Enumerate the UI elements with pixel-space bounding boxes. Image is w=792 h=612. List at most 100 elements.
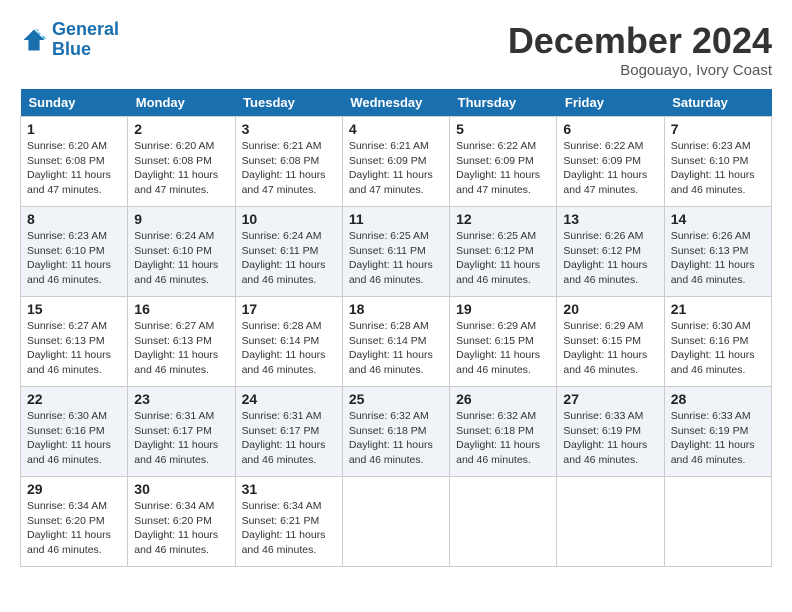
day-number: 15	[27, 301, 121, 317]
calendar-cell: 21 Sunrise: 6:30 AMSunset: 6:16 PMDayligh…	[664, 297, 771, 387]
dow-header-monday: Monday	[128, 89, 235, 117]
day-detail: Sunrise: 6:32 AMSunset: 6:18 PMDaylight:…	[349, 409, 443, 468]
day-detail: Sunrise: 6:24 AMSunset: 6:10 PMDaylight:…	[134, 229, 228, 288]
page-header: General Blue December 2024 Bogouayo, Ivo…	[20, 20, 772, 79]
day-detail: Sunrise: 6:32 AMSunset: 6:18 PMDaylight:…	[456, 409, 550, 468]
day-number: 4	[349, 121, 443, 137]
logo: General Blue	[20, 20, 119, 60]
calendar-cell: 31 Sunrise: 6:34 AMSunset: 6:21 PMDayligh…	[235, 477, 342, 567]
day-number: 22	[27, 391, 121, 407]
calendar-cell: 9Sunrise: 6:24 AMSunset: 6:10 PMDaylight…	[128, 207, 235, 297]
day-detail: Sunrise: 6:26 AMSunset: 6:13 PMDaylight:…	[671, 229, 765, 288]
calendar-cell: 24Sunrise: 6:31 AMSunset: 6:17 PMDayligh…	[235, 387, 342, 477]
day-detail: Sunrise: 6:30 AMSunset: 6:16 PMDaylight:…	[671, 319, 765, 378]
day-number: 8	[27, 211, 121, 227]
day-detail: Sunrise: 6:33 AMSunset: 6:19 PMDaylight:…	[563, 409, 657, 468]
day-detail: Sunrise: 6:31 AMSunset: 6:17 PMDaylight:…	[242, 409, 336, 468]
calendar-cell: 28Sunrise: 6:33 AMSunset: 6:19 PMDayligh…	[664, 387, 771, 477]
calendar-cell: 7Sunrise: 6:23 AMSunset: 6:10 PMDaylight…	[664, 117, 771, 207]
calendar-cell: 26 Sunrise: 6:32 AMSunset: 6:18 PMDayligh…	[450, 387, 557, 477]
day-detail: Sunrise: 6:28 AMSunset: 6:14 PMDaylight:…	[242, 319, 336, 378]
calendar-cell: 23Sunrise: 6:31 AMSunset: 6:17 PMDayligh…	[128, 387, 235, 477]
title-block: December 2024 Bogouayo, Ivory Coast	[508, 20, 772, 79]
calendar-cell: 5Sunrise: 6:22 AMSunset: 6:09 PMDaylight…	[450, 117, 557, 207]
day-detail: Sunrise: 6:23 AMSunset: 6:10 PMDaylight:…	[27, 229, 121, 288]
day-number: 23	[134, 391, 228, 407]
day-number: 26	[456, 391, 550, 407]
day-number: 12	[456, 211, 550, 227]
day-number: 11	[349, 211, 443, 227]
day-number: 6	[563, 121, 657, 137]
day-detail: Sunrise: 6:34 AMSunset: 6:21 PMDaylight:…	[242, 499, 336, 558]
day-detail: Sunrise: 6:27 AMSunset: 6:13 PMDaylight:…	[27, 319, 121, 378]
month-title: December 2024	[508, 20, 772, 62]
day-detail: Sunrise: 6:29 AMSunset: 6:15 PMDaylight:…	[563, 319, 657, 378]
calendar-cell: 30Sunrise: 6:34 AMSunset: 6:20 PMDayligh…	[128, 477, 235, 567]
day-detail: Sunrise: 6:23 AMSunset: 6:10 PMDaylight:…	[671, 139, 765, 198]
day-number: 19	[456, 301, 550, 317]
day-number: 2	[134, 121, 228, 137]
calendar-cell: 2 Sunrise: 6:20 AMSunset: 6:08 PMDaylight…	[128, 117, 235, 207]
day-number: 21	[671, 301, 765, 317]
day-detail: Sunrise: 6:26 AMSunset: 6:12 PMDaylight:…	[563, 229, 657, 288]
calendar-cell: 25 Sunrise: 6:32 AMSunset: 6:18 PMDayligh…	[342, 387, 449, 477]
day-number: 16	[134, 301, 228, 317]
calendar-cell: 8 Sunrise: 6:23 AMSunset: 6:10 PMDaylight…	[21, 207, 128, 297]
calendar-cell: 20 Sunrise: 6:29 AMSunset: 6:15 PMDayligh…	[557, 297, 664, 387]
calendar-cell: 22 Sunrise: 6:30 AMSunset: 6:16 PMDayligh…	[21, 387, 128, 477]
day-detail: Sunrise: 6:20 AMSunset: 6:08 PMDaylight:…	[27, 139, 121, 198]
day-detail: Sunrise: 6:20 AMSunset: 6:08 PMDaylight:…	[134, 139, 228, 198]
day-detail: Sunrise: 6:21 AMSunset: 6:09 PMDaylight:…	[349, 139, 443, 198]
day-number: 18	[349, 301, 443, 317]
dow-header-wednesday: Wednesday	[342, 89, 449, 117]
dow-header-thursday: Thursday	[450, 89, 557, 117]
day-number: 25	[349, 391, 443, 407]
calendar-cell: 14Sunrise: 6:26 AMSunset: 6:13 PMDayligh…	[664, 207, 771, 297]
calendar-cell: 13 Sunrise: 6:26 AMSunset: 6:12 PMDayligh…	[557, 207, 664, 297]
day-detail: Sunrise: 6:22 AMSunset: 6:09 PMDaylight:…	[456, 139, 550, 198]
logo-text: General Blue	[52, 20, 119, 60]
calendar-cell: 18 Sunrise: 6:28 AMSunset: 6:14 PMDayligh…	[342, 297, 449, 387]
calendar-cell: 3 Sunrise: 6:21 AMSunset: 6:08 PMDaylight…	[235, 117, 342, 207]
day-number: 29	[27, 481, 121, 497]
calendar-cell: 19 Sunrise: 6:29 AMSunset: 6:15 PMDayligh…	[450, 297, 557, 387]
calendar-cell	[557, 477, 664, 567]
calendar-cell: 27 Sunrise: 6:33 AMSunset: 6:19 PMDayligh…	[557, 387, 664, 477]
day-number: 27	[563, 391, 657, 407]
calendar-cell	[342, 477, 449, 567]
day-number: 20	[563, 301, 657, 317]
day-detail: Sunrise: 6:34 AMSunset: 6:20 PMDaylight:…	[27, 499, 121, 558]
day-detail: Sunrise: 6:25 AMSunset: 6:11 PMDaylight:…	[349, 229, 443, 288]
day-detail: Sunrise: 6:33 AMSunset: 6:19 PMDaylight:…	[671, 409, 765, 468]
location: Bogouayo, Ivory Coast	[508, 62, 772, 79]
dow-header-tuesday: Tuesday	[235, 89, 342, 117]
calendar-cell: 12 Sunrise: 6:25 AMSunset: 6:12 PMDayligh…	[450, 207, 557, 297]
day-detail: Sunrise: 6:24 AMSunset: 6:11 PMDaylight:…	[242, 229, 336, 288]
day-detail: Sunrise: 6:27 AMSunset: 6:13 PMDaylight:…	[134, 319, 228, 378]
calendar-cell: 1 Sunrise: 6:20 AMSunset: 6:08 PMDaylight…	[21, 117, 128, 207]
dow-header-sunday: Sunday	[21, 89, 128, 117]
day-detail: Sunrise: 6:21 AMSunset: 6:08 PMDaylight:…	[242, 139, 336, 198]
calendar-cell: 10 Sunrise: 6:24 AMSunset: 6:11 PMDayligh…	[235, 207, 342, 297]
day-number: 31	[242, 481, 336, 497]
calendar-cell: 6Sunrise: 6:22 AMSunset: 6:09 PMDaylight…	[557, 117, 664, 207]
day-detail: Sunrise: 6:28 AMSunset: 6:14 PMDaylight:…	[349, 319, 443, 378]
calendar-cell: 11 Sunrise: 6:25 AMSunset: 6:11 PMDayligh…	[342, 207, 449, 297]
day-number: 17	[242, 301, 336, 317]
calendar-table: SundayMondayTuesdayWednesdayThursdayFrid…	[20, 89, 772, 567]
calendar-cell: 15 Sunrise: 6:27 AMSunset: 6:13 PMDayligh…	[21, 297, 128, 387]
dow-header-saturday: Saturday	[664, 89, 771, 117]
calendar-cell: 17 Sunrise: 6:28 AMSunset: 6:14 PMDayligh…	[235, 297, 342, 387]
day-number: 13	[563, 211, 657, 227]
calendar-cell: 4 Sunrise: 6:21 AMSunset: 6:09 PMDaylight…	[342, 117, 449, 207]
day-number: 3	[242, 121, 336, 137]
calendar-cell	[450, 477, 557, 567]
day-number: 1	[27, 121, 121, 137]
calendar-cell: 16 Sunrise: 6:27 AMSunset: 6:13 PMDayligh…	[128, 297, 235, 387]
day-detail: Sunrise: 6:29 AMSunset: 6:15 PMDaylight:…	[456, 319, 550, 378]
day-detail: Sunrise: 6:34 AMSunset: 6:20 PMDaylight:…	[134, 499, 228, 558]
day-detail: Sunrise: 6:25 AMSunset: 6:12 PMDaylight:…	[456, 229, 550, 288]
calendar-cell: 29 Sunrise: 6:34 AMSunset: 6:20 PMDayligh…	[21, 477, 128, 567]
day-number: 10	[242, 211, 336, 227]
day-detail: Sunrise: 6:30 AMSunset: 6:16 PMDaylight:…	[27, 409, 121, 468]
